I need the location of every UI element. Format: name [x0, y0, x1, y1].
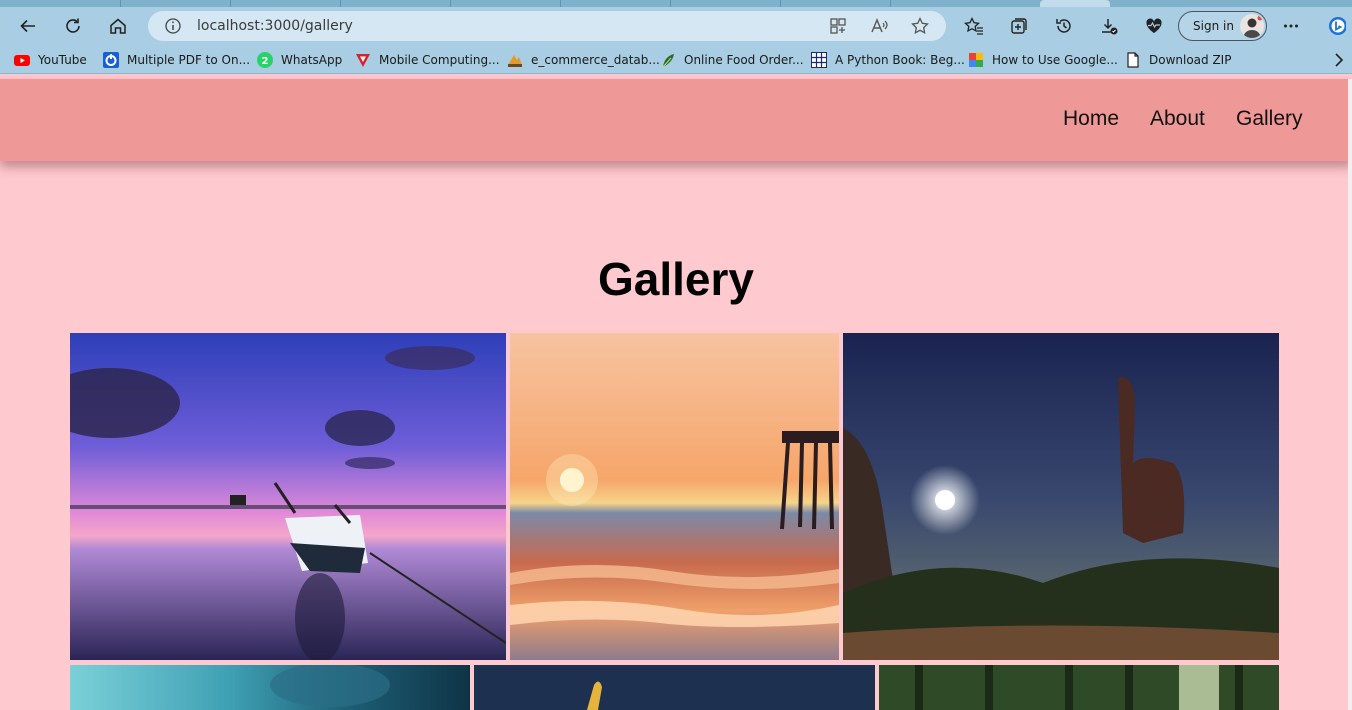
underwater-image [70, 665, 470, 710]
bookmark-google-howto[interactable]: How to Use Google... [968, 50, 1118, 70]
bing-button[interactable] [1320, 10, 1352, 42]
bookmark-label: Mobile Computing... [379, 53, 500, 67]
bookmark-label: WhatsApp [281, 53, 343, 67]
youtube-icon [14, 55, 30, 66]
bing-icon [1329, 17, 1346, 35]
pdf-icon [103, 52, 119, 68]
boat-sunset-image [70, 333, 506, 660]
leaf-icon [662, 54, 674, 68]
beach-pier-image [510, 333, 839, 660]
sign-in-label: Sign in [1193, 19, 1234, 33]
bookmark-label: Download ZIP [1149, 53, 1232, 67]
gallery-photo-beach-pier[interactable] [510, 333, 839, 660]
url-text[interactable]: localhost:3000/gallery [197, 18, 353, 34]
whatsapp-icon: 2 [257, 52, 273, 68]
file-icon [1127, 52, 1139, 68]
nav-link-about[interactable]: About [1150, 107, 1205, 131]
page-scroll-edge [1348, 79, 1352, 710]
bookmark-label: Online Food Order... [684, 53, 804, 67]
bookmark-label: Multiple PDF to On... [127, 53, 251, 67]
home-icon [110, 18, 126, 34]
more-button[interactable] [1275, 10, 1307, 42]
bookmark-pdf[interactable]: Multiple PDF to On... [103, 50, 250, 70]
tab-separator [450, 0, 451, 7]
page-title: Gallery [598, 253, 754, 305]
bookmark-mobile-computing[interactable]: Mobile Computing... [355, 50, 500, 70]
downloads-icon [1102, 19, 1118, 35]
info-icon[interactable] [164, 17, 182, 35]
collections-button[interactable] [1003, 10, 1035, 42]
bookmark-ecommerce[interactable]: e_commerce_datab... [507, 50, 660, 70]
history-icon [1056, 19, 1071, 33]
forest-image [879, 665, 1279, 710]
favorite-star-icon[interactable] [910, 16, 930, 36]
bookmarks-bar: YouTube Multiple PDF to On... 2 WhatsApp… [0, 45, 1352, 74]
bookmark-label: YouTube [38, 53, 87, 67]
collections-icon [1011, 18, 1027, 34]
night-rocks-image [843, 333, 1279, 660]
bookmark-label: How to Use Google... [992, 53, 1118, 67]
tab-separator [890, 0, 891, 7]
bookmark-whatsapp[interactable]: 2 WhatsApp [257, 50, 342, 70]
read-aloud-icon[interactable] [869, 16, 889, 36]
active-tab[interactable] [1040, 0, 1110, 7]
address-bar[interactable]: localhost:3000/gallery [148, 11, 946, 41]
tab-separator [230, 0, 231, 7]
health-button[interactable] [1138, 10, 1170, 42]
refresh-icon [66, 18, 80, 33]
bookmark-label: e_commerce_datab... [531, 53, 660, 67]
bookmark-youtube[interactable]: YouTube [14, 50, 87, 70]
bookmark-food-order[interactable]: Online Food Order... [660, 50, 804, 70]
gallery-photo-night-rocks[interactable] [843, 333, 1279, 660]
bookmark-label: A Python Book: Beg... [835, 53, 965, 67]
gallery-photo-underwater[interactable] [70, 665, 470, 710]
google-icon [969, 53, 983, 67]
favorites-icon [964, 16, 983, 35]
chevron-right-icon[interactable] [1332, 52, 1346, 68]
tab-separator [340, 0, 341, 7]
downloads-button[interactable] [1093, 10, 1125, 42]
browser-toolbar: localhost:3000/gallery Sign in [0, 7, 1352, 45]
refresh-button[interactable] [57, 10, 89, 42]
gallery-photo-boat-sunset[interactable] [70, 333, 506, 660]
apps-icon[interactable] [828, 16, 848, 36]
tab-separator [560, 0, 561, 7]
whatsapp-badge: 2 [262, 56, 269, 67]
bookmark-python-book[interactable]: A Python Book: Beg... [811, 50, 965, 70]
gallery-photo-forest[interactable] [879, 665, 1279, 710]
gallery-photo-surfboard[interactable] [474, 665, 875, 710]
history-button[interactable] [1048, 10, 1080, 42]
tab-separator [670, 0, 671, 7]
navbar: Home About Gallery [0, 79, 1352, 161]
tab-strip [0, 0, 1352, 7]
more-icon [1284, 24, 1298, 28]
pna-icon [508, 55, 522, 67]
surfboard-image [474, 665, 875, 710]
bookmark-download-zip[interactable]: Download ZIP [1125, 50, 1231, 70]
back-icon [20, 19, 35, 33]
home-button[interactable] [102, 10, 134, 42]
sign-in-button[interactable]: Sign in [1178, 11, 1267, 41]
grid-icon [811, 52, 827, 68]
back-button[interactable] [12, 10, 44, 42]
avatar [1240, 14, 1264, 38]
nav-link-gallery[interactable]: Gallery [1236, 107, 1303, 131]
favorites-button[interactable] [958, 10, 990, 42]
tab-separator [780, 0, 781, 7]
heart-pulse-icon [1146, 18, 1162, 33]
tab-separator [120, 0, 121, 7]
nav-link-home[interactable]: Home [1063, 107, 1119, 131]
avatar-icon [1243, 15, 1263, 38]
triangle-icon [356, 54, 370, 67]
